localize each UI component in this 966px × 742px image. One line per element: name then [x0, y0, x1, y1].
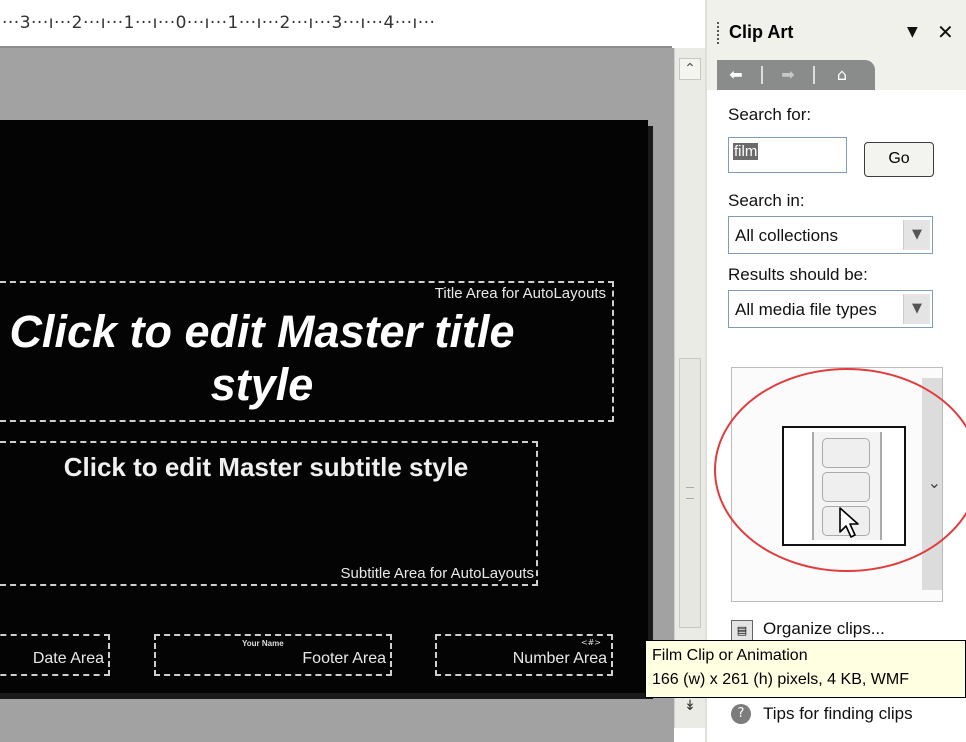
go-button[interactable]: Go [864, 142, 934, 177]
scroll-thumb[interactable] [679, 358, 701, 628]
number-area-label: Number Area [512, 650, 607, 667]
search-in-value: All collections [735, 226, 838, 245]
slide-workspace: Title Area for AutoLayouts Click to edit… [0, 48, 674, 700]
organize-clips-label[interactable]: Organize clips... [763, 619, 885, 639]
task-pane-nav-bar: ⬅ ➡ ⌂ [717, 60, 875, 90]
clip-art-task-pane: Clip Art ▼ ✕ ⬅ ➡ ⌂ Search for: film Go S… [705, 0, 966, 742]
subtitle-area-label: Subtitle Area for AutoLayouts [340, 565, 534, 582]
footer-name-text: Your Name [242, 639, 284, 648]
next-slide-button[interactable]: ↡ [679, 696, 701, 716]
subtitle-placeholder[interactable]: Click to edit Master subtitle style Subt… [0, 441, 538, 586]
double-chevron-down-icon: ↡ [684, 698, 696, 714]
search-input-value: film [733, 143, 759, 160]
title-area-label: Title Area for AutoLayouts [434, 285, 606, 302]
number-placeholder[interactable]: <#> Number Area [435, 634, 613, 676]
results-scrollbar[interactable]: ⌄ [922, 378, 942, 590]
chevron-up-icon: ⌃ [684, 61, 696, 77]
search-for-label: Search for: [728, 105, 812, 124]
forward-arrow-icon[interactable]: ➡ [777, 64, 799, 86]
date-placeholder[interactable]: Date Area [0, 634, 110, 676]
footer-placeholder[interactable]: Your Name Footer Area [154, 634, 392, 676]
nav-separator [761, 66, 763, 84]
slide-number-field: <#> [580, 638, 601, 647]
help-icon: ? [731, 704, 751, 724]
task-pane-header: Clip Art ▼ ✕ [707, 18, 966, 52]
tips-label[interactable]: Tips for finding clips [763, 704, 913, 724]
media-type-value: All media file types [735, 300, 877, 319]
clip-tooltip: Film Clip or Animation 166 (w) x 261 (h)… [645, 640, 966, 698]
pane-menu-dropdown-icon[interactable]: ▼ [907, 24, 918, 40]
home-icon[interactable]: ⌂ [831, 64, 853, 86]
close-icon[interactable]: ✕ [937, 20, 954, 44]
search-in-dropdown[interactable]: All collections ▼ [728, 216, 933, 254]
chevron-down-icon[interactable]: ▼ [903, 220, 930, 250]
title-placeholder[interactable]: Title Area for AutoLayouts Click to edit… [0, 281, 614, 422]
search-in-label: Search in: [728, 191, 805, 210]
workspace-bottom [0, 700, 674, 742]
grip-icon [686, 487, 694, 499]
master-subtitle-text[interactable]: Click to edit Master subtitle style [0, 452, 540, 483]
horizontal-ruler: ···3···ı···2···ı···1···ı···0···ı···1···ı… [0, 0, 672, 46]
nav-separator [813, 66, 815, 84]
results-should-be-label: Results should be: [728, 265, 868, 284]
film-frame [822, 472, 870, 502]
mouse-pointer-icon [839, 507, 859, 538]
search-input[interactable]: film [728, 137, 847, 173]
footer-area-label: Footer Area [302, 650, 386, 667]
results-panel: ⌄ [714, 367, 966, 602]
master-title-text[interactable]: Click to edit Master title style [0, 305, 572, 411]
ruler-scale: ···3···ı···2···ı···1···ı···0···ı···1···ı… [2, 13, 436, 33]
date-area-label: Date Area [32, 650, 104, 667]
media-type-dropdown[interactable]: All media file types ▼ [728, 290, 933, 328]
scroll-up-button[interactable]: ⌃ [679, 58, 701, 80]
organizer-icon: ▤ [731, 620, 753, 642]
chevron-down-icon[interactable]: ⌄ [928, 473, 941, 492]
slide-master: Title Area for AutoLayouts Click to edit… [0, 120, 648, 693]
tooltip-title: Film Clip or Animation [652, 647, 808, 664]
film-frame [822, 438, 870, 468]
chevron-down-icon[interactable]: ▼ [903, 294, 930, 324]
vertical-scrollbar[interactable]: ⌃ ↡ [674, 48, 705, 728]
tooltip-details: 166 (w) x 261 (h) pixels, 4 KB, WMF [652, 671, 909, 688]
task-pane-title: Clip Art [729, 22, 794, 42]
drag-grip-icon[interactable] [717, 22, 721, 44]
back-arrow-icon[interactable]: ⬅ [725, 64, 747, 86]
film-clip-thumbnail[interactable] [782, 426, 906, 546]
